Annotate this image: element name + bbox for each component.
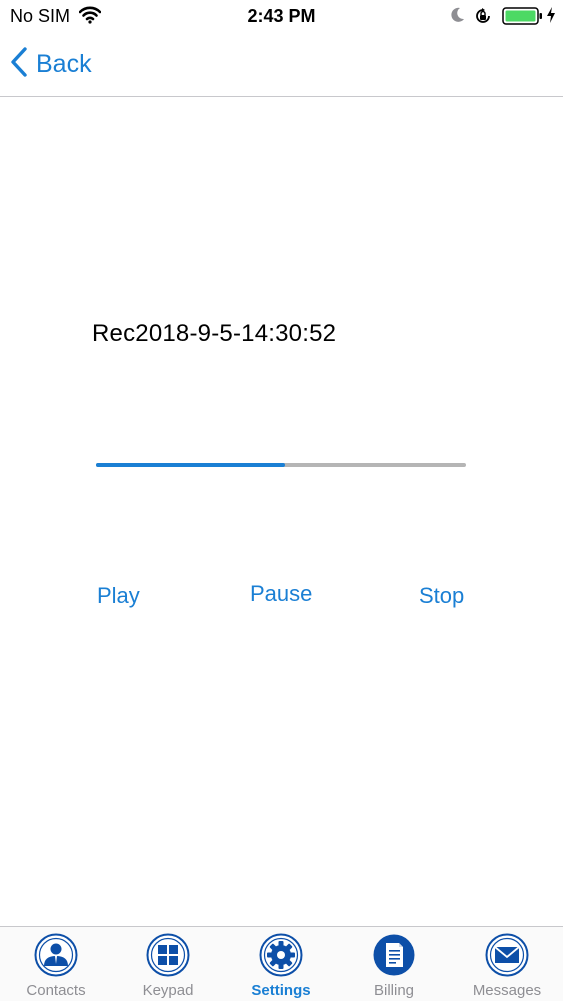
recording-name: Rec2018-9-5-14:30:52 <box>92 320 337 347</box>
play-button[interactable]: Play <box>97 583 140 609</box>
chevron-left-icon <box>10 46 28 83</box>
tab-messages[interactable]: Messages <box>451 927 563 1001</box>
keypad-icon <box>146 933 190 977</box>
progress-fill <box>96 463 285 467</box>
envelope-icon <box>485 933 529 977</box>
tab-label: Messages <box>472 982 542 999</box>
tab-label: Settings <box>251 982 311 999</box>
navigation-bar: Back <box>0 32 563 97</box>
playback-progress-slider[interactable] <box>96 463 466 467</box>
gear-icon <box>259 933 303 977</box>
tab-keypad[interactable]: Keypad <box>112 927 224 1001</box>
battery-icon <box>502 6 544 31</box>
tab-bar: Contacts Keypad Settings Billing Message… <box>0 926 563 1001</box>
tab-label: Contacts <box>26 982 86 999</box>
back-button[interactable]: Back <box>10 46 92 82</box>
orientation-lock-icon <box>474 7 492 30</box>
billing-icon <box>372 933 416 977</box>
tab-label: Billing <box>373 982 415 999</box>
tab-contacts[interactable]: Contacts <box>0 927 112 1001</box>
tab-billing[interactable]: Billing <box>338 927 450 1001</box>
pause-button[interactable]: Pause <box>250 581 312 607</box>
tab-label: Keypad <box>142 982 194 999</box>
moon-icon <box>449 7 465 28</box>
back-label: Back <box>36 49 92 78</box>
tab-settings[interactable]: Settings <box>225 927 337 1001</box>
status-bar: No SIM 2:43 PM <box>0 0 563 32</box>
contacts-icon <box>34 933 78 977</box>
charging-bolt-icon <box>546 7 556 28</box>
stop-button[interactable]: Stop <box>419 583 464 609</box>
